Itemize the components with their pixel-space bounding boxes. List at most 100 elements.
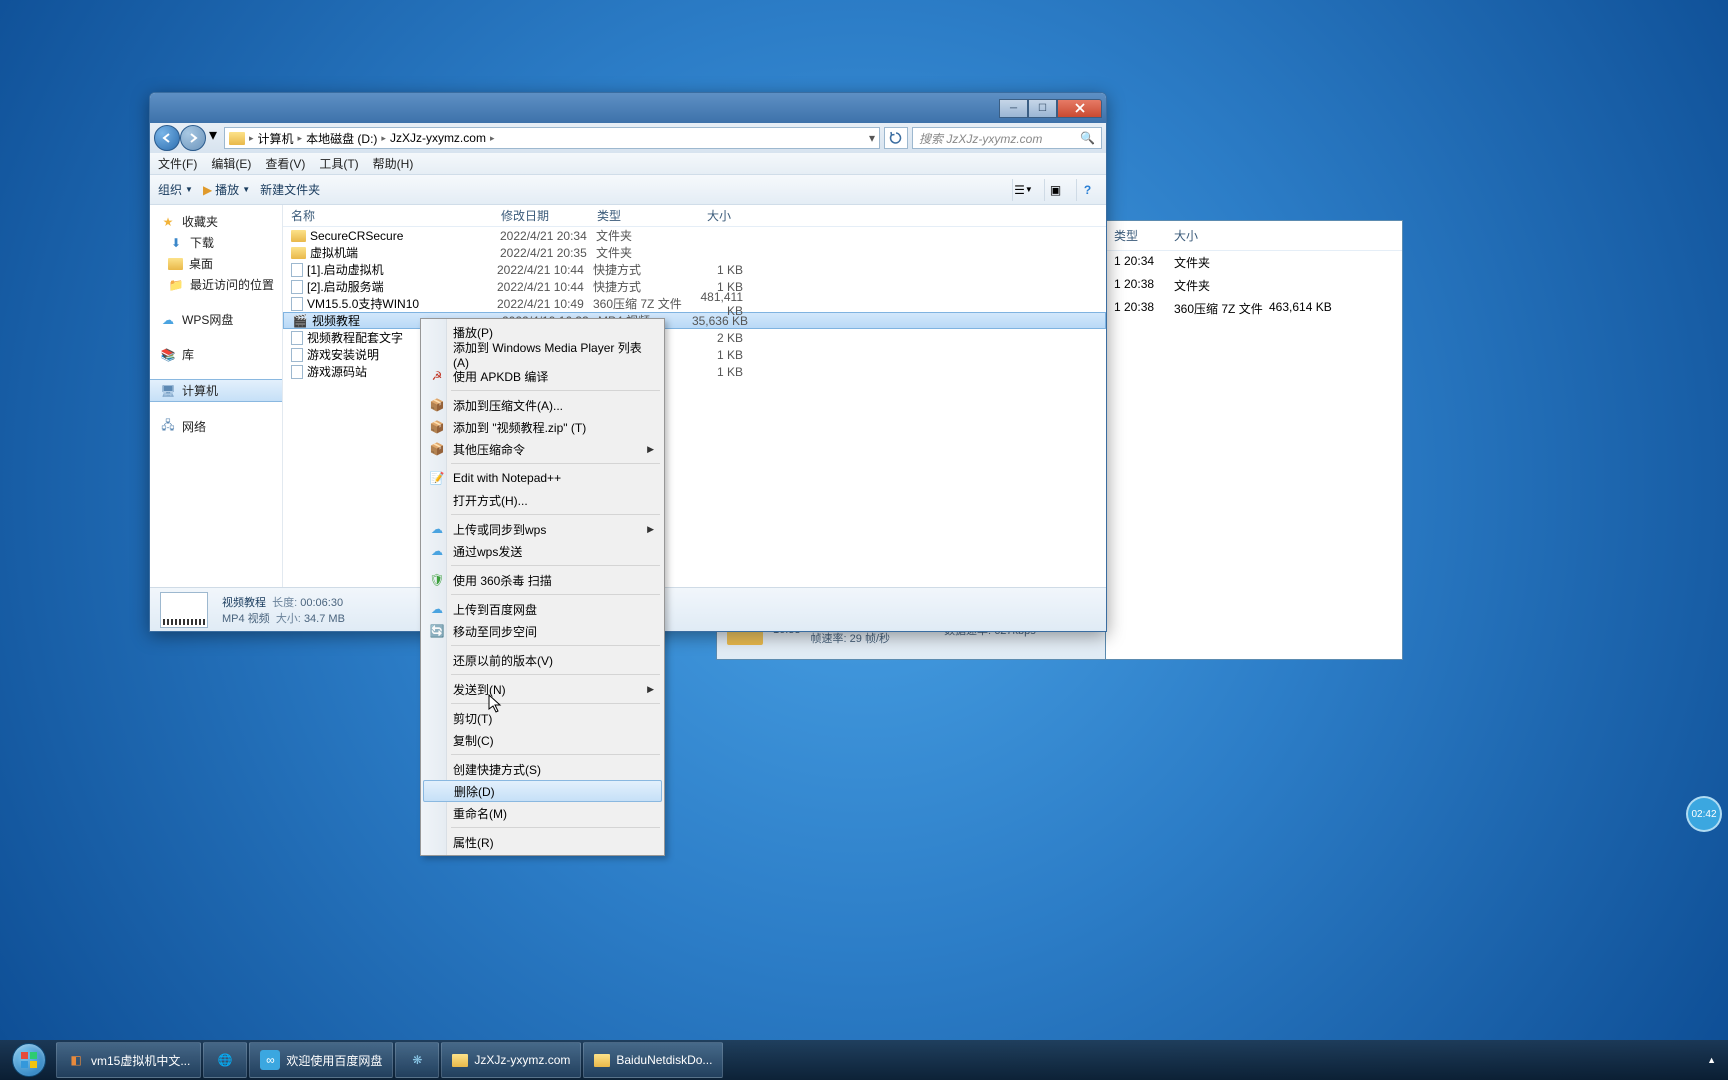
file-name: VM15.5.0支持WIN10 xyxy=(307,295,497,312)
organize-button[interactable]: 组织 ▼ xyxy=(158,181,193,198)
help-button[interactable]: ? xyxy=(1076,179,1098,201)
ctx-apkdb[interactable]: ☭使用 APKDB 编译 xyxy=(423,365,662,387)
titlebar[interactable]: ─ ☐ xyxy=(150,93,1106,123)
col-type[interactable]: 类型 xyxy=(589,207,679,224)
bg-row[interactable]: 1 20:38文件夹 xyxy=(1104,274,1402,297)
chevron-right-icon[interactable]: ▸ xyxy=(490,133,495,144)
chrome-icon: 🌐 xyxy=(216,1051,234,1069)
background-explorer-window: 类型 大小 1 20:34文件夹 1 20:38文件夹 1 20:38360压缩… xyxy=(1103,220,1403,660)
apkdb-icon: ☭ xyxy=(427,367,447,385)
cloud-icon: ☁ xyxy=(160,313,176,327)
file-size: 2 KB xyxy=(683,331,743,345)
tray-arrow-icon[interactable]: ▲ xyxy=(1707,1055,1716,1065)
bg-col-type[interactable]: 类型 xyxy=(1114,227,1174,244)
col-name[interactable]: 名称 xyxy=(283,207,493,224)
file-type: 文件夹 xyxy=(596,244,686,261)
taskbar-item-app[interactable]: ❋ xyxy=(395,1042,439,1078)
view-options-button[interactable]: ☰ ▼ xyxy=(1012,179,1034,201)
file-row[interactable]: VM15.5.0支持WIN102022/4/21 10:49360压缩 7Z 文… xyxy=(283,295,1106,312)
back-button[interactable] xyxy=(154,125,180,151)
ctx-wps-upload[interactable]: ☁上传或同步到wps▶ xyxy=(423,518,662,540)
taskbar-item-vm15[interactable]: ◧vm15虚拟机中文... xyxy=(56,1042,201,1078)
file-row[interactable]: SecureCRSecure2022/4/21 20:34文件夹 xyxy=(283,227,1106,244)
file-row[interactable]: 虚拟机端2022/4/21 20:35文件夹 xyxy=(283,244,1106,261)
ctx-add-zip[interactable]: 📦添加到 "视频教程.zip" (T) xyxy=(423,416,662,438)
taskbar-item-baidu[interactable]: ∞欢迎使用百度网盘 xyxy=(249,1042,393,1078)
sidebar-computer[interactable]: 🖥计算机 xyxy=(150,379,282,402)
ctx-360-scan[interactable]: 🛡使用 360杀毒 扫描 xyxy=(423,569,662,591)
address-dropdown-icon[interactable]: ▾ xyxy=(869,131,875,145)
ctx-send-to[interactable]: 发送到(N)▶ xyxy=(423,678,662,700)
search-input[interactable]: 搜索 JzXJz-yxymz.com 🔍 xyxy=(912,127,1102,149)
taskbar-item-explorer2[interactable]: BaiduNetdiskDo... xyxy=(583,1042,723,1078)
ctx-properties[interactable]: 属性(R) xyxy=(423,831,662,853)
file-row[interactable]: 游戏安装说明1 KB xyxy=(283,346,1106,363)
minimize-button[interactable]: ─ xyxy=(999,99,1028,118)
maximize-button[interactable]: ☐ xyxy=(1028,99,1057,118)
ctx-wps-send[interactable]: ☁通过wps发送 xyxy=(423,540,662,562)
ctx-restore-version[interactable]: 还原以前的版本(V) xyxy=(423,649,662,671)
ctx-sync-space[interactable]: 🔄移动至同步空间 xyxy=(423,620,662,642)
sidebar-wps[interactable]: ☁WPS网盘 xyxy=(150,309,282,330)
preview-pane-button[interactable]: ▣ xyxy=(1044,179,1066,201)
file-size: 35,636 KB xyxy=(688,314,748,328)
breadcrumb-drive[interactable]: 本地磁盘 (D:) xyxy=(302,130,381,147)
breadcrumb-computer[interactable]: 计算机 xyxy=(254,130,298,147)
file-size: 1 KB xyxy=(683,263,743,277)
ctx-baidu-upload[interactable]: ☁上传到百度网盘 xyxy=(423,598,662,620)
sidebar-network[interactable]: 🖧网络 xyxy=(150,416,282,437)
ctx-copy[interactable]: 复制(C) xyxy=(423,729,662,751)
ctx-delete[interactable]: 删除(D) xyxy=(423,780,662,802)
ctx-rename[interactable]: 重命名(M) xyxy=(423,802,662,824)
ctx-create-shortcut[interactable]: 创建快捷方式(S) xyxy=(423,758,662,780)
file-row[interactable]: 视频教程配套文字2 KB xyxy=(283,329,1106,346)
sidebar-downloads[interactable]: ⬇下载 xyxy=(150,232,282,253)
sidebar-desktop[interactable]: 桌面 xyxy=(150,253,282,274)
bg-col-size[interactable]: 大小 xyxy=(1174,227,1269,244)
ctx-add-wmp[interactable]: 添加到 Windows Media Player 列表(A) xyxy=(423,343,662,365)
refresh-button[interactable] xyxy=(884,127,908,149)
ctx-add-archive[interactable]: 📦添加到压缩文件(A)... xyxy=(423,394,662,416)
col-size[interactable]: 大小 xyxy=(679,207,739,224)
taskbar-item-explorer1[interactable]: JzXJz-yxymz.com xyxy=(441,1042,581,1078)
forward-button[interactable] xyxy=(180,125,206,151)
bg-row[interactable]: 1 20:38360压缩 7Z 文件463,614 KB xyxy=(1104,297,1402,320)
ctx-open-with[interactable]: 打开方式(H)... xyxy=(423,489,662,511)
file-size: 1 KB xyxy=(683,348,743,362)
menu-help[interactable]: 帮助(H) xyxy=(373,155,414,172)
sidebar-recent[interactable]: 📁最近访问的位置 xyxy=(150,274,282,295)
computer-icon: 🖥 xyxy=(160,384,176,398)
video-timestamp-badge: 02:42 xyxy=(1686,796,1722,832)
breadcrumb-folder[interactable]: JzXJz-yxymz.com xyxy=(386,131,490,145)
sidebar-favorites[interactable]: ★收藏夹 xyxy=(150,211,282,232)
new-folder-button[interactable]: 新建文件夹 xyxy=(260,181,320,198)
submenu-arrow-icon: ▶ xyxy=(647,524,654,535)
file-row[interactable]: 游戏源码站式1 KB xyxy=(283,363,1106,380)
nav-history-dropdown[interactable]: ▾ xyxy=(206,125,220,145)
submenu-arrow-icon: ▶ xyxy=(647,444,654,455)
col-date[interactable]: 修改日期 xyxy=(493,207,589,224)
file-list[interactable]: SecureCRSecure2022/4/21 20:34文件夹虚拟机端2022… xyxy=(283,227,1106,587)
bg-row[interactable]: 1 20:34文件夹 xyxy=(1104,251,1402,274)
ctx-cut[interactable]: 剪切(T) xyxy=(423,707,662,729)
taskbar-item-chrome[interactable]: 🌐 xyxy=(203,1042,247,1078)
menu-tools[interactable]: 工具(T) xyxy=(319,155,358,172)
menu-file[interactable]: 文件(F) xyxy=(158,155,197,172)
taskbar: ◧vm15虚拟机中文... 🌐 ∞欢迎使用百度网盘 ❋ JzXJz-yxymz.… xyxy=(0,1040,1728,1080)
system-tray[interactable]: ▲ xyxy=(1699,1055,1724,1065)
breadcrumb-bar[interactable]: ▸ 计算机 ▸ 本地磁盘 (D:) ▸ JzXJz-yxymz.com ▸ ▾ xyxy=(224,127,880,149)
close-button[interactable] xyxy=(1057,99,1102,118)
file-type: 文件夹 xyxy=(596,227,686,244)
play-button[interactable]: ▶ 播放 ▼ xyxy=(203,181,250,198)
ctx-notepad[interactable]: 📝Edit with Notepad++ xyxy=(423,467,662,489)
ctx-other-compress[interactable]: 📦其他压缩命令▶ xyxy=(423,438,662,460)
menu-edit[interactable]: 编辑(E) xyxy=(211,155,251,172)
file-row[interactable]: 🎬视频教程2022/4/19 16:33MP4 视频35,636 KB xyxy=(283,312,1106,329)
file-type: 快捷方式 xyxy=(593,278,683,295)
folder-icon xyxy=(229,132,245,145)
sidebar-libraries[interactable]: 📚库 xyxy=(150,344,282,365)
menu-view[interactable]: 查看(V) xyxy=(265,155,305,172)
start-button[interactable] xyxy=(4,1042,54,1078)
file-row[interactable]: [1].启动虚拟机2022/4/21 10:44快捷方式1 KB xyxy=(283,261,1106,278)
wps-icon: ☁ xyxy=(427,542,447,560)
